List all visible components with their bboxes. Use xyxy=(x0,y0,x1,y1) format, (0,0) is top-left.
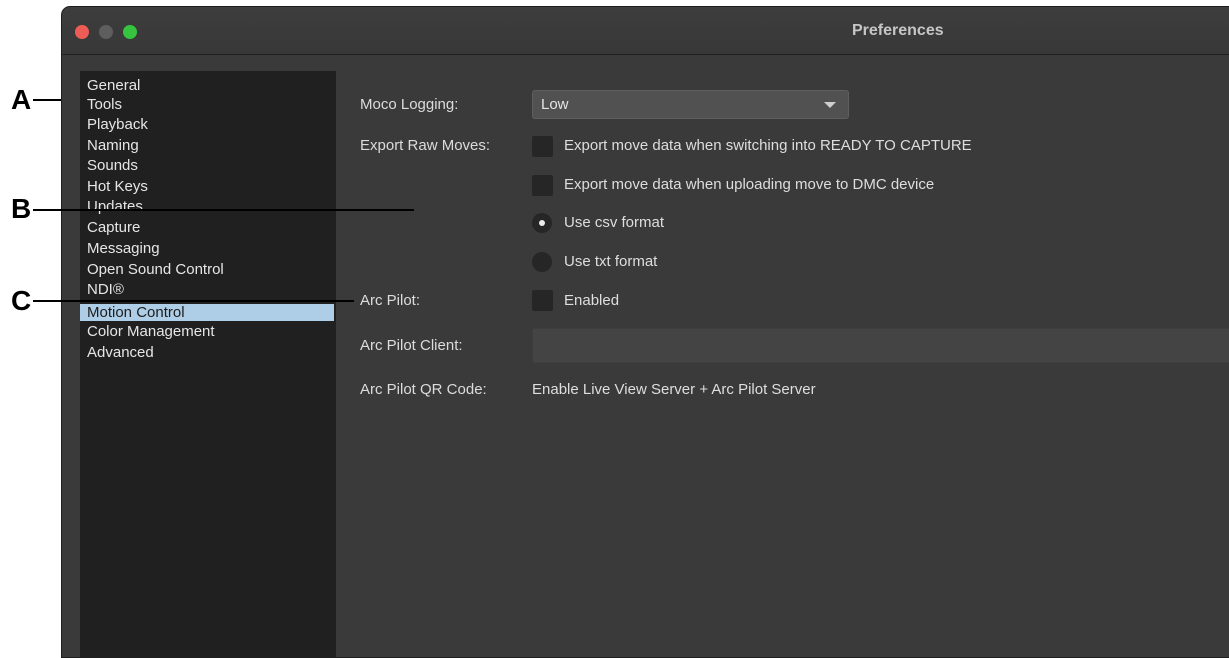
callout-a-letter: A xyxy=(11,84,32,115)
arc-pilot-qr-label: Arc Pilot QR Code: xyxy=(360,381,487,398)
zoom-window-button[interactable] xyxy=(123,25,137,39)
callout-c-line xyxy=(33,300,354,302)
sidebar-item-general[interactable]: General xyxy=(80,76,334,96)
arc-pilot-label: Arc Pilot: xyxy=(360,292,421,309)
export-upload-checkbox[interactable] xyxy=(532,175,553,196)
sidebar-item-color-management[interactable]: Color Management xyxy=(80,322,334,342)
moco-logging-value: Low xyxy=(541,96,569,113)
preferences-window: Preferences General Tools Playback Namin… xyxy=(61,6,1229,658)
sidebar-item-playback[interactable]: Playback xyxy=(80,115,334,135)
callout-b-line xyxy=(33,209,414,211)
csv-format-label: Use csv format xyxy=(564,214,665,231)
arc-pilot-enabled-checkbox[interactable] xyxy=(532,290,553,311)
sidebar-item-updates[interactable]: Updates xyxy=(80,197,334,217)
sidebar-item-tools[interactable]: Tools xyxy=(80,95,334,115)
callout-c-letter: C xyxy=(11,285,32,316)
preferences-sidebar: General Tools Playback Naming Sounds Hot… xyxy=(80,71,336,657)
export-raw-moves-label: Export Raw Moves: xyxy=(360,137,491,154)
sidebar-item-naming[interactable]: Naming xyxy=(80,136,334,156)
callout-b-letter: B xyxy=(11,193,32,224)
export-upload-label: Export move data when uploading move to … xyxy=(564,176,935,193)
sidebar-item-hot-keys[interactable]: Hot Keys xyxy=(80,177,334,197)
arc-pilot-qr-value: Enable Live View Server + Arc Pilot Serv… xyxy=(532,381,816,398)
minimize-window-button[interactable] xyxy=(99,25,113,39)
export-ready-label: Export move data when switching into REA… xyxy=(564,137,972,154)
csv-format-radio[interactable] xyxy=(532,213,552,233)
arc-pilot-client-input[interactable] xyxy=(532,328,1229,363)
chevron-down-icon xyxy=(824,102,836,108)
close-window-button[interactable] xyxy=(75,25,89,39)
sidebar-item-sounds[interactable]: Sounds xyxy=(80,156,334,176)
sidebar-item-messaging[interactable]: Messaging xyxy=(80,239,334,259)
sidebar-item-open-sound-control[interactable]: Open Sound Control xyxy=(80,260,334,280)
title-bar: Preferences xyxy=(62,7,1229,55)
moco-logging-dropdown[interactable]: Low xyxy=(532,90,849,119)
export-ready-checkbox[interactable] xyxy=(532,136,553,157)
sidebar-item-capture[interactable]: Capture xyxy=(80,218,334,238)
arc-pilot-enabled-label: Enabled xyxy=(564,292,620,309)
txt-format-radio[interactable] xyxy=(532,252,552,272)
sidebar-item-advanced[interactable]: Advanced xyxy=(80,343,334,363)
txt-format-label: Use txt format xyxy=(564,253,658,270)
arc-pilot-client-label: Arc Pilot Client: xyxy=(360,337,463,354)
moco-logging-label: Moco Logging: xyxy=(360,96,459,113)
window-title: Preferences xyxy=(852,22,944,39)
sidebar-item-motion-control[interactable]: Motion Control xyxy=(80,304,334,321)
sidebar-item-ndi[interactable]: NDI® xyxy=(80,280,334,300)
